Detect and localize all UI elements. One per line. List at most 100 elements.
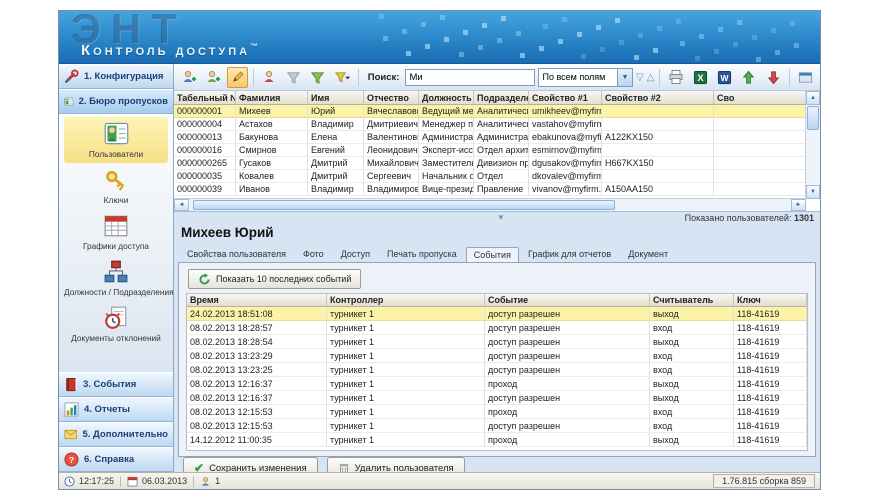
table-row[interactable]: 000000035КовалевДмитрийСергеевичНачальни…: [174, 170, 806, 183]
scroll-down-icon[interactable]: ▼: [806, 185, 820, 199]
add-user-button[interactable]: [178, 67, 199, 88]
table-row[interactable]: 08.02.2013 13:23:25турникет 1доступ разр…: [187, 363, 807, 377]
table-cell: турникет 1: [327, 391, 485, 405]
column-header[interactable]: Отчество: [364, 91, 419, 105]
filter-icon: [310, 70, 325, 85]
table-row[interactable]: 000000039ИвановВладимирВладимировичВице-…: [174, 183, 806, 196]
column-header[interactable]: Должность: [419, 91, 474, 105]
pixel-square: [596, 25, 601, 30]
info-strip: ▼ Показано пользователей: 1301: [174, 212, 820, 225]
users-horizontal-scrollbar[interactable]: ◄ ►: [174, 198, 806, 211]
table-row[interactable]: 000000004АстаховВладимирДмитриевичМенедж…: [174, 118, 806, 131]
column-header[interactable]: Событие: [485, 294, 650, 307]
column-header[interactable]: Время: [187, 294, 327, 307]
table-row[interactable]: 000000016СмирновЕвгенийЛеонидовичЭксперт…: [174, 144, 806, 157]
pixel-square: [790, 21, 795, 26]
export-word-button[interactable]: W: [714, 67, 735, 88]
table-row[interactable]: 14.12.2012 11:00:35турникет 1проходвыход…: [187, 433, 807, 447]
filter-clear-button[interactable]: [283, 67, 304, 88]
printer-icon: [668, 69, 684, 85]
sidebar-section-reports[interactable]: 4. Отчеты: [59, 397, 173, 422]
toolbar-separator: [659, 69, 660, 86]
table-cell: Вячеславович: [364, 105, 419, 118]
table-row[interactable]: 0000000265ГусаковДмитрийМихайловичЗамест…: [174, 157, 806, 170]
scroll-right-icon[interactable]: ►: [791, 199, 806, 211]
table-row[interactable]: 08.02.2013 13:23:29турникет 1доступ разр…: [187, 349, 807, 363]
table-row[interactable]: 000000013БакуноваЕленаВалентиновнаАдмини…: [174, 131, 806, 144]
search-input[interactable]: [405, 69, 535, 86]
sidebar-section-help[interactable]: ? 6. Справка: [59, 447, 173, 472]
table-cell: [714, 157, 806, 170]
tab-access[interactable]: Доступ: [333, 246, 378, 262]
table-cell: 000000004: [174, 118, 236, 131]
scroll-track[interactable]: [616, 199, 791, 211]
sidebar-item-users[interactable]: Пользователи: [64, 117, 168, 163]
column-header[interactable]: Фамилия: [236, 91, 308, 105]
pixel-square: [756, 57, 761, 62]
card-view-button[interactable]: [795, 67, 816, 88]
table-row[interactable]: 08.02.2013 12:16:37турникет 1доступ разр…: [187, 391, 807, 405]
table-cell: Сергеевич: [364, 170, 419, 183]
sidebar-section-extras[interactable]: 5. Дополнительно: [59, 422, 173, 447]
filter-button[interactable]: [307, 67, 328, 88]
column-header[interactable]: Сво: [714, 91, 806, 105]
pixel-square: [771, 28, 776, 33]
find-next-icon[interactable]: ▽: [636, 72, 644, 83]
sidebar-item-keys[interactable]: Ключи: [64, 164, 168, 209]
sidebar-item-access-schedules[interactable]: Графики доступа: [64, 210, 168, 255]
table-row[interactable]: 08.02.2013 12:15:53турникет 1доступ разр…: [187, 419, 807, 433]
sidebar-item-deviation-documents[interactable]: Документы отклонений: [64, 302, 168, 347]
tab-user-properties[interactable]: Свойства пользователя: [179, 246, 294, 262]
export-button[interactable]: [762, 67, 783, 88]
edit-user-button[interactable]: [227, 67, 248, 88]
pixel-square: [653, 48, 658, 53]
column-header[interactable]: Свойство #1: [529, 91, 602, 105]
column-header[interactable]: Свойство #2: [602, 91, 714, 105]
table-row[interactable]: 08.02.2013 18:28:54турникет 1доступ разр…: [187, 335, 807, 349]
show-last-events-button[interactable]: Показать 10 последних событий: [188, 269, 361, 289]
column-header[interactable]: Ключ: [734, 294, 807, 307]
sidebar-section-events[interactable]: 3. События: [59, 372, 173, 397]
collapse-splitter-icon[interactable]: ▼: [497, 213, 505, 222]
table-cell: [714, 118, 806, 131]
table-row[interactable]: 08.02.2013 18:28:57турникет 1доступ разр…: [187, 321, 807, 335]
tab-photo[interactable]: Фото: [295, 246, 332, 262]
table-cell: Астахов: [236, 118, 308, 131]
add-user-alt-button[interactable]: [202, 67, 223, 88]
sidebar-section-pass-office[interactable]: 2. Бюро пропусков: [59, 89, 173, 114]
screen: ЭНТ Контроль доступа™ 1. Конфигурация 2.…: [0, 0, 880, 500]
tab-document[interactable]: Документ: [620, 246, 676, 262]
column-header[interactable]: Контроллер: [327, 294, 485, 307]
column-header[interactable]: Считыватель: [650, 294, 734, 307]
column-header[interactable]: Табельный №: [174, 91, 236, 105]
tab-pass-print[interactable]: Печать пропуска: [379, 246, 465, 262]
scrollbar-thumb[interactable]: [807, 106, 819, 130]
table-cell: доступ разрешен: [485, 307, 650, 321]
table-row[interactable]: 08.02.2013 12:16:37турникет 1проходвыход…: [187, 377, 807, 391]
table-cell: проход: [485, 433, 650, 447]
users-vertical-scrollbar[interactable]: ▲ ▼: [805, 91, 820, 199]
sidebar-item-positions-departments[interactable]: Должности / Подразделения: [64, 256, 168, 301]
find-prev-icon[interactable]: △: [647, 72, 655, 83]
filter-menu-button[interactable]: [332, 67, 353, 88]
scroll-left-icon[interactable]: ◄: [174, 199, 189, 211]
pixel-square: [383, 36, 388, 41]
print-button[interactable]: [665, 67, 686, 88]
table-row[interactable]: 000000001МихеевЮрийВячеславовичВедущий м…: [174, 105, 806, 118]
tab-events[interactable]: События: [466, 247, 519, 263]
svg-text:W: W: [721, 72, 729, 82]
tab-report-schedule[interactable]: График для отчетов: [520, 246, 619, 262]
search-field-select[interactable]: По всем полям▼: [538, 68, 633, 87]
table-cell: 118-41619: [734, 363, 807, 377]
column-header[interactable]: Подразделение: [474, 91, 529, 105]
sidebar-section-configuration[interactable]: 1. Конфигурация: [59, 64, 173, 89]
export-excel-button[interactable]: X: [690, 67, 711, 88]
import-button[interactable]: [738, 67, 759, 88]
delete-user-button[interactable]: [259, 67, 280, 88]
scrollbar-thumb[interactable]: [193, 200, 615, 210]
table-row[interactable]: 24.02.2013 18:51:08турникет 1доступ разр…: [187, 307, 807, 321]
scroll-track[interactable]: [806, 131, 820, 185]
table-row[interactable]: 08.02.2013 12:15:53турникет 1проходвход1…: [187, 405, 807, 419]
column-header[interactable]: Имя: [308, 91, 364, 105]
scroll-up-icon[interactable]: ▲: [806, 91, 820, 105]
